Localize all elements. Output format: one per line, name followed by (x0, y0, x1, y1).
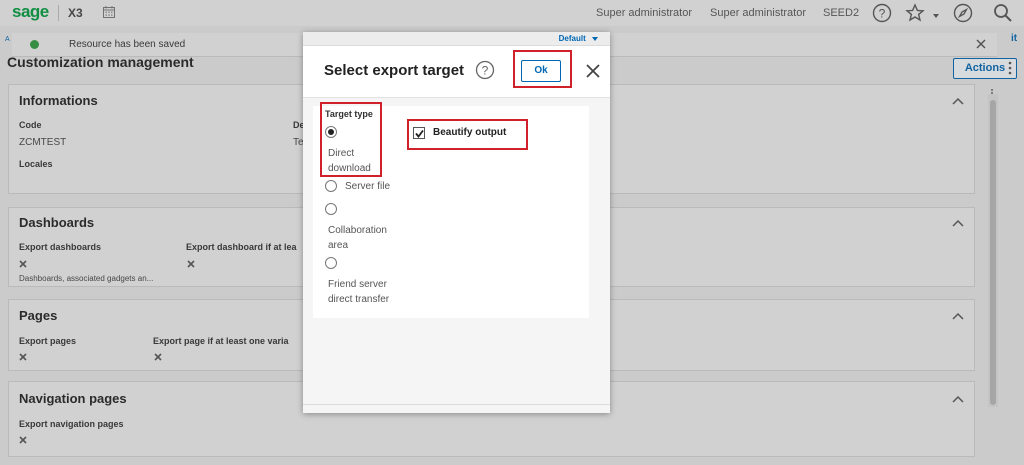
radio-server-file[interactable] (325, 180, 337, 192)
highlight-ok-button (513, 50, 572, 88)
dialog-footer-divider (303, 404, 610, 405)
highlight-target-type (320, 102, 382, 177)
default-label: Default (558, 34, 586, 43)
radio-collaboration-area[interactable] (325, 203, 337, 215)
help-icon[interactable]: ? (475, 60, 495, 80)
radio-friend-server[interactable] (325, 257, 337, 269)
highlight-beautify-output (407, 119, 528, 150)
option-collaboration-area-label: Collaboration area (328, 225, 387, 251)
export-target-dialog: Default Select export target ? Ok Target… (303, 32, 610, 413)
chevron-down-icon (592, 36, 598, 41)
svg-text:?: ? (482, 64, 489, 78)
close-icon[interactable] (585, 63, 601, 79)
option-server-file-label: Server file (345, 181, 391, 192)
dialog-top-strip: Default (303, 32, 610, 46)
default-dropdown[interactable]: Default (559, 34, 598, 43)
dialog-title: Select export target (324, 62, 465, 79)
option-friend-server-label: Friend server direct transfer (328, 279, 390, 305)
